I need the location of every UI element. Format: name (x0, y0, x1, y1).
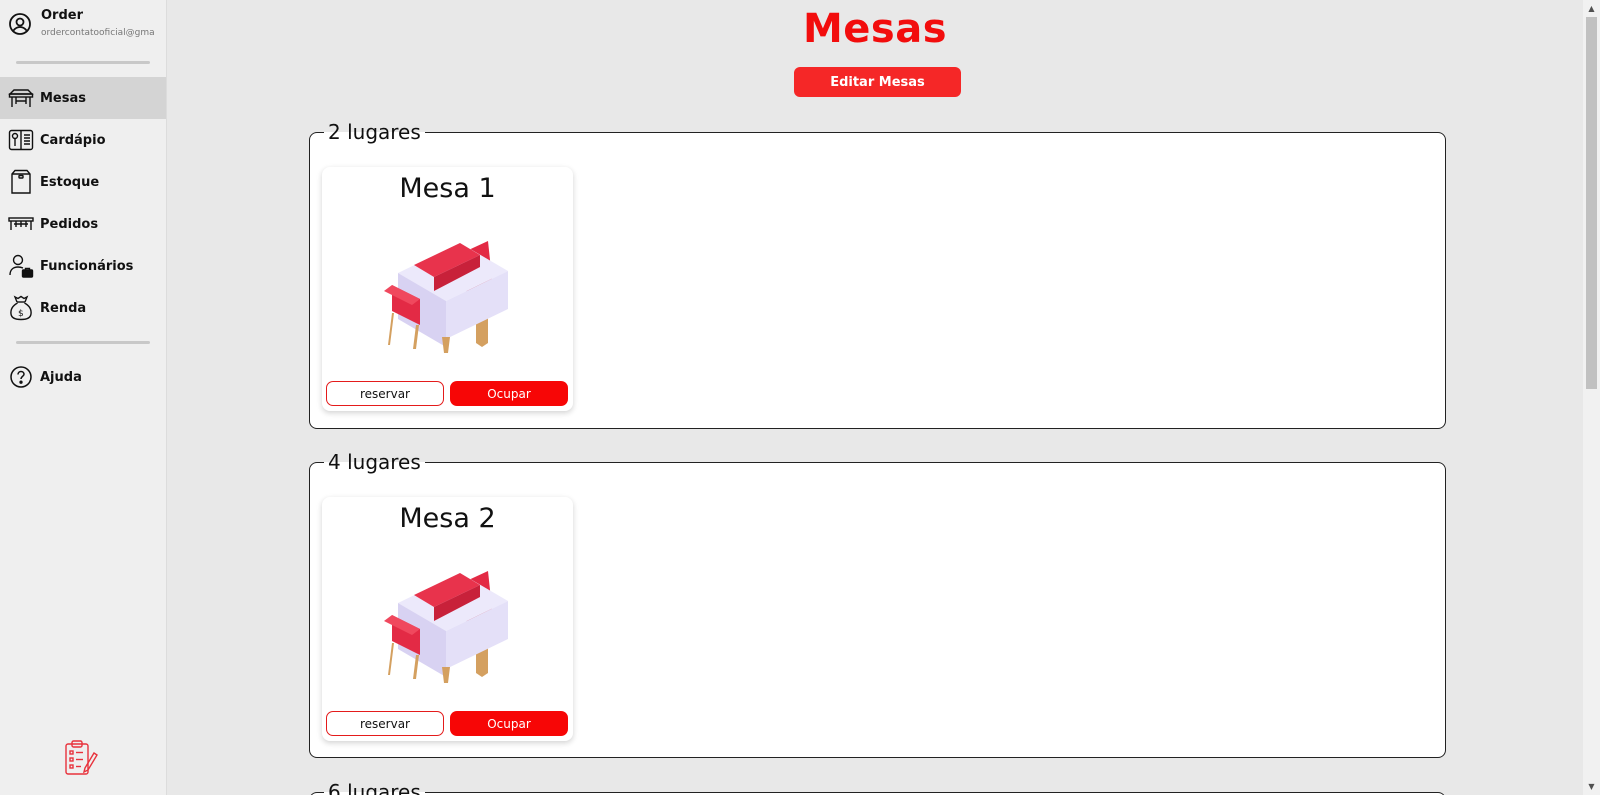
profile-name: Order (41, 8, 83, 23)
occupy-button[interactable]: Ocupar (450, 711, 568, 736)
sidebar-item-ajuda[interactable]: Ajuda (0, 356, 166, 398)
table-group: 4 lugares Mesa 2 reservar Ocupar (309, 449, 1446, 758)
page-scrollbar[interactable]: ▲ ▼ (1583, 0, 1600, 795)
box-icon (8, 169, 34, 195)
group-legend: 4 lugares (324, 449, 425, 475)
counter-icon (8, 211, 34, 237)
profile-email: ordercontatooficial@gma (41, 28, 155, 38)
table-name: Mesa 1 (399, 173, 496, 204)
money-bag-icon: $ (8, 295, 34, 321)
sidebar-item-funcionarios[interactable]: Funcionários (0, 245, 166, 287)
page-title: Mesas (802, 6, 948, 52)
sidebar: Order ordercontatooficial@gma Mesas Card… (0, 0, 167, 795)
sidebar-item-label: Pedidos (40, 216, 99, 232)
sidebar-item-cardapio[interactable]: Cardápio (0, 119, 166, 161)
sidebar-item-pedidos[interactable]: Pedidos (0, 203, 166, 245)
scroll-down-arrow-icon[interactable]: ▼ (1583, 778, 1600, 795)
group-legend: 2 lugares (324, 119, 425, 145)
table-icon (8, 85, 34, 111)
sidebar-item-renda[interactable]: $ Renda (0, 287, 166, 329)
main-content: Mesas Editar Mesas 2 lugares Mesa 1 rese… (167, 0, 1583, 795)
table-card: Mesa 2 reservar Ocupar (322, 497, 573, 741)
table-group: 2 lugares Mesa 1 reservar Ocupar (309, 119, 1446, 429)
menu-book-icon (8, 127, 34, 153)
svg-text:$: $ (18, 309, 24, 319)
sidebar-item-label: Ajuda (40, 369, 82, 385)
edit-tables-button[interactable]: Editar Mesas (794, 67, 961, 97)
sidebar-item-estoque[interactable]: Estoque (0, 161, 166, 203)
help-icon (8, 364, 34, 390)
sidebar-item-label: Estoque (40, 174, 100, 190)
employee-icon (8, 253, 34, 279)
table-name: Mesa 2 (399, 503, 496, 534)
group-legend: 6 lugares (324, 779, 425, 795)
reserve-button[interactable]: reservar (326, 381, 444, 406)
table-card: Mesa 1 reservar Ocupar (322, 167, 573, 411)
profile[interactable]: Order ordercontatooficial@gma (0, 0, 166, 50)
clipboard-order-icon[interactable] (63, 738, 99, 778)
sidebar-item-label: Funcionários (40, 258, 134, 274)
sidebar-item-mesas[interactable]: Mesas (0, 77, 166, 119)
divider (16, 61, 150, 64)
scroll-up-arrow-icon[interactable]: ▲ (1583, 0, 1600, 17)
sidebar-item-label: Mesas (40, 90, 87, 106)
scroll-thumb[interactable] (1586, 17, 1597, 389)
sidebar-item-label: Renda (40, 300, 87, 316)
divider (16, 341, 150, 344)
user-circle-icon (8, 12, 32, 36)
table-illustration-icon (380, 563, 515, 683)
sidebar-item-label: Cardápio (40, 132, 106, 148)
occupy-button[interactable]: Ocupar (450, 381, 568, 406)
reserve-button[interactable]: reservar (326, 711, 444, 736)
table-illustration-icon (380, 233, 515, 353)
